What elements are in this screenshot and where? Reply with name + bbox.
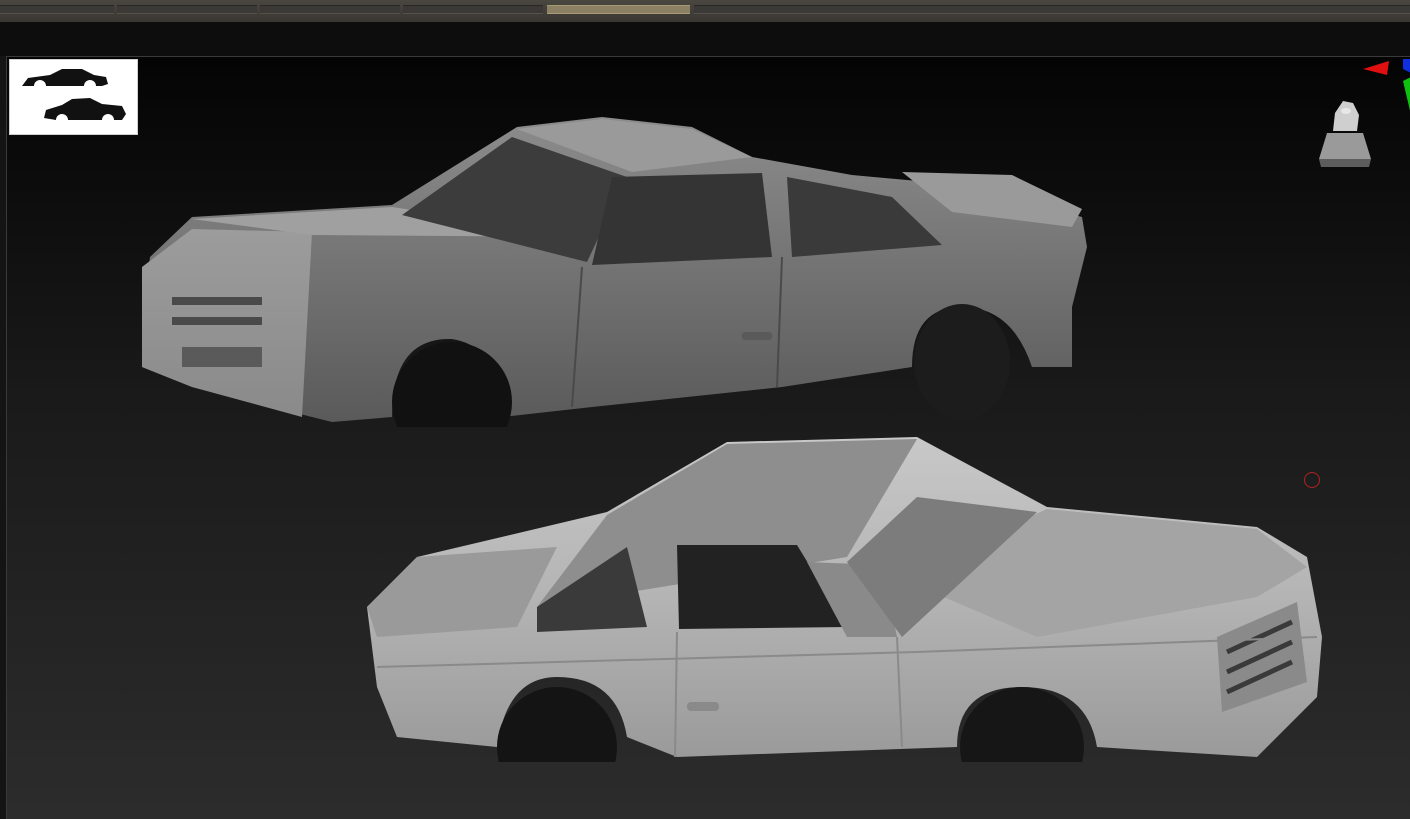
- car-body-shell-front-view[interactable]: [357, 437, 1327, 762]
- secondary-toolbar: [0, 22, 1410, 56]
- car-body-shell-rear-view[interactable]: [132, 117, 1092, 427]
- toolbar-segment-5[interactable]: [694, 5, 1410, 14]
- 3d-viewport[interactable]: [6, 56, 1410, 819]
- top-toolbar: [0, 0, 1410, 23]
- toolbar-segment-4[interactable]: [403, 5, 543, 14]
- toolbar-segment-3[interactable]: [260, 5, 400, 14]
- navigation-cube-icon[interactable]: [1313, 97, 1377, 171]
- toolbar-segment-1[interactable]: [0, 5, 114, 14]
- car-silhouettes-icon[interactable]: [9, 59, 138, 135]
- toolbar-segment-2[interactable]: [117, 5, 257, 14]
- toolbar-segment-active[interactable]: [547, 5, 690, 14]
